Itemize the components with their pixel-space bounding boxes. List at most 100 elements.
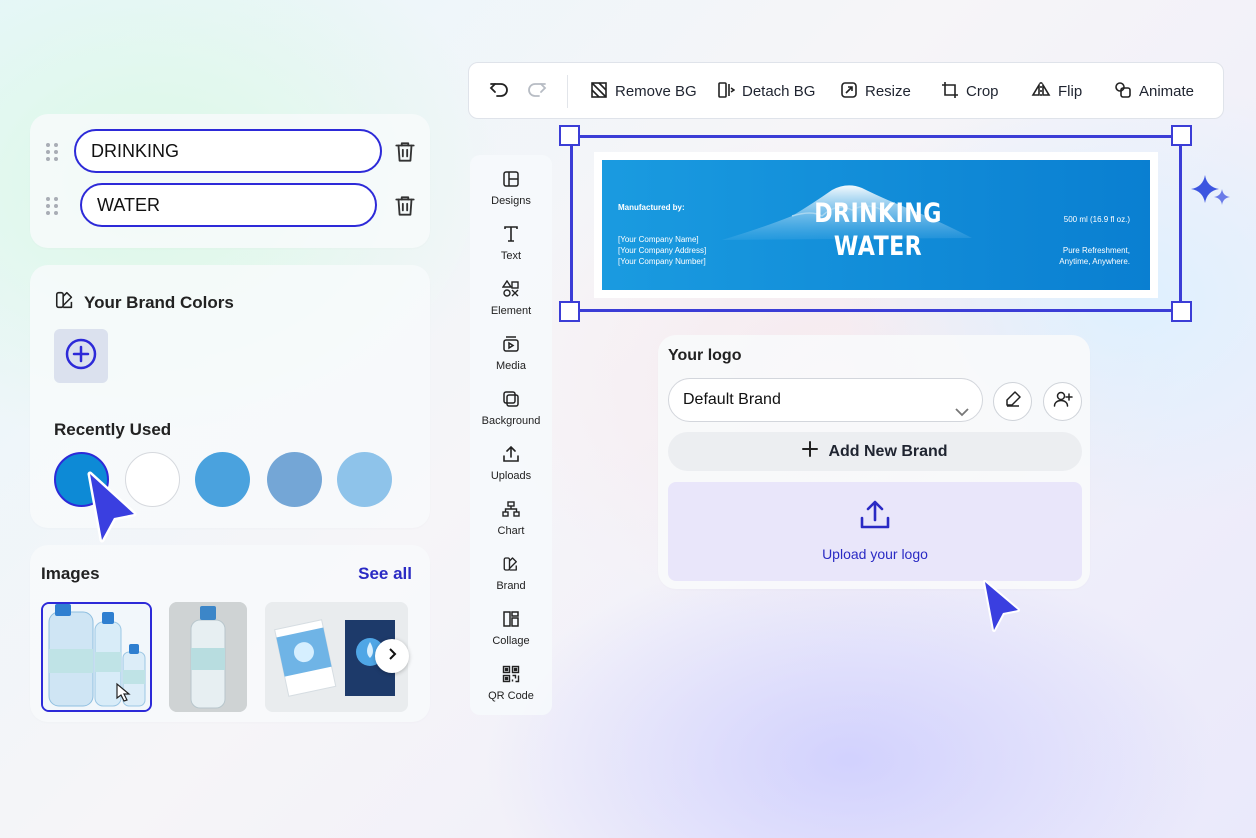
sidebar-item-media[interactable]: Media (470, 335, 552, 372)
undo-button[interactable] (487, 63, 511, 120)
manufactured-by-text: Manufactured by: (618, 203, 685, 212)
add-user-icon (1053, 390, 1073, 413)
sidebar-item-label: Media (496, 360, 526, 372)
label-title-line2: WATER (833, 231, 923, 262)
sidebar-item-brand[interactable]: Brand (470, 555, 552, 592)
sidebar-item-chart[interactable]: Chart (470, 500, 552, 537)
qr-code-icon (502, 665, 520, 686)
image-thumbnail-bottle[interactable] (169, 602, 247, 712)
flip-icon (1031, 81, 1051, 103)
brand-select-dropdown[interactable]: Default Brand (668, 378, 983, 422)
media-icon (502, 335, 520, 356)
sidebar-item-uploads[interactable]: Uploads (470, 445, 552, 482)
text-icon (502, 225, 520, 246)
animate-icon (1114, 81, 1132, 103)
text-field-row: WATER (30, 183, 430, 229)
flip-label: Flip (1058, 83, 1083, 100)
trash-icon[interactable] (392, 139, 418, 165)
remove-bg-button[interactable]: Remove BG (590, 63, 697, 120)
volume-text: 500 ml (16.9 fl oz.) (1063, 215, 1130, 224)
sidebar-item-background[interactable]: Background (470, 390, 552, 427)
text-field-input[interactable]: DRINKING (74, 129, 382, 173)
sidebar-item-label: Element (490, 305, 532, 317)
detach-bg-label: Detach BG (742, 83, 816, 100)
resize-button[interactable]: Resize (840, 63, 911, 120)
add-new-brand-label: Add New Brand (828, 442, 948, 460)
sidebar-item-label: Background (481, 415, 541, 427)
resize-handle-bottom-right[interactable] (1171, 301, 1192, 322)
color-swatch[interactable] (337, 452, 392, 507)
upload-icon (502, 445, 520, 466)
drag-handle-icon[interactable] (46, 143, 60, 163)
eraser-icon (1004, 390, 1022, 413)
resize-handle-top-right[interactable] (1171, 125, 1192, 146)
collage-icon (502, 610, 520, 631)
see-all-link[interactable]: See all (358, 564, 412, 584)
animate-button[interactable]: Animate (1114, 63, 1194, 120)
flip-button[interactable]: Flip (1031, 63, 1082, 120)
text-fields-panel: DRINKING WATER (30, 114, 430, 248)
chevron-right-icon (385, 647, 399, 666)
redo-icon (525, 78, 549, 106)
drag-handle-icon[interactable] (46, 197, 60, 217)
water-label-design[interactable]: Manufactured by: [Your Company Name] [Yo… (602, 160, 1150, 290)
sidebar-item-qr-code[interactable]: QR Code (470, 665, 552, 702)
images-panel: Images See all (30, 545, 430, 722)
sidebar-item-label: QR Code (488, 690, 534, 702)
upload-icon (858, 498, 892, 537)
animate-label: Animate (1139, 83, 1195, 100)
brand-colors-title: Your Brand Colors (84, 292, 234, 312)
crop-icon (941, 81, 959, 103)
text-field-input[interactable]: WATER (80, 183, 377, 227)
crop-button[interactable]: Crop (941, 63, 999, 120)
sidebar-item-element[interactable]: Element (470, 279, 552, 317)
tagline-line2: Anytime, Anywhere. (1059, 257, 1130, 266)
detach-bg-button[interactable]: Detach BG (717, 63, 815, 120)
label-title-line1: DRINKING (814, 198, 942, 229)
images-next-button[interactable] (375, 639, 409, 673)
chart-icon (502, 500, 520, 521)
sidebar-item-label: Brand (496, 580, 526, 592)
plus-icon (802, 441, 819, 462)
text-field-row: DRINKING (30, 129, 430, 175)
undo-icon (487, 78, 511, 106)
detach-background-icon (717, 81, 736, 103)
sidebar-item-label: Chart (497, 525, 525, 537)
editor-sidebar: Designs Text Element Media Background Up… (470, 155, 552, 715)
logo-panel: Your logo Default Brand Add New Brand Up… (658, 335, 1090, 589)
chevron-down-icon (954, 393, 970, 435)
plus-circle-icon (64, 337, 98, 376)
crop-label: Crop (966, 83, 999, 100)
trash-icon[interactable] (392, 193, 418, 219)
redo-button[interactable] (525, 63, 549, 120)
sidebar-item-label: Text (500, 250, 522, 262)
upload-logo-dropzone[interactable]: Upload your logo (668, 482, 1082, 581)
resize-icon (840, 81, 858, 103)
resize-handle-bottom-left[interactable] (559, 301, 580, 322)
toolbar-divider (567, 75, 568, 108)
color-swatch[interactable] (195, 452, 250, 507)
image-thumbnail-bottles[interactable] (41, 602, 152, 712)
company-number-text: [Your Company Number] (618, 257, 706, 266)
color-swatch[interactable] (267, 452, 322, 507)
resize-handle-top-left[interactable] (559, 125, 580, 146)
remove-background-icon (590, 81, 608, 103)
brand-icon (502, 555, 520, 576)
add-brand-color-button[interactable] (54, 329, 108, 383)
brand-colors-heading: Your Brand Colors (54, 289, 234, 316)
sidebar-item-text[interactable]: Text (470, 225, 552, 262)
edit-brand-button[interactable] (993, 382, 1032, 421)
recently-used-title: Recently Used (54, 420, 172, 439)
company-address-text: [Your Company Address] (618, 246, 707, 255)
images-title: Images (41, 564, 100, 583)
resize-label: Resize (865, 83, 911, 100)
add-new-brand-button[interactable]: Add New Brand (668, 432, 1082, 471)
layout-icon (502, 170, 520, 191)
sidebar-item-designs[interactable]: Designs (470, 170, 552, 207)
add-user-button[interactable] (1043, 382, 1082, 421)
brand-select-value: Default Brand (683, 391, 781, 408)
upload-logo-label: Upload your logo (822, 546, 928, 562)
sidebar-item-collage[interactable]: Collage (470, 610, 552, 647)
logo-panel-title: Your logo (668, 347, 742, 364)
cursor-pointer-icon (980, 578, 1024, 639)
